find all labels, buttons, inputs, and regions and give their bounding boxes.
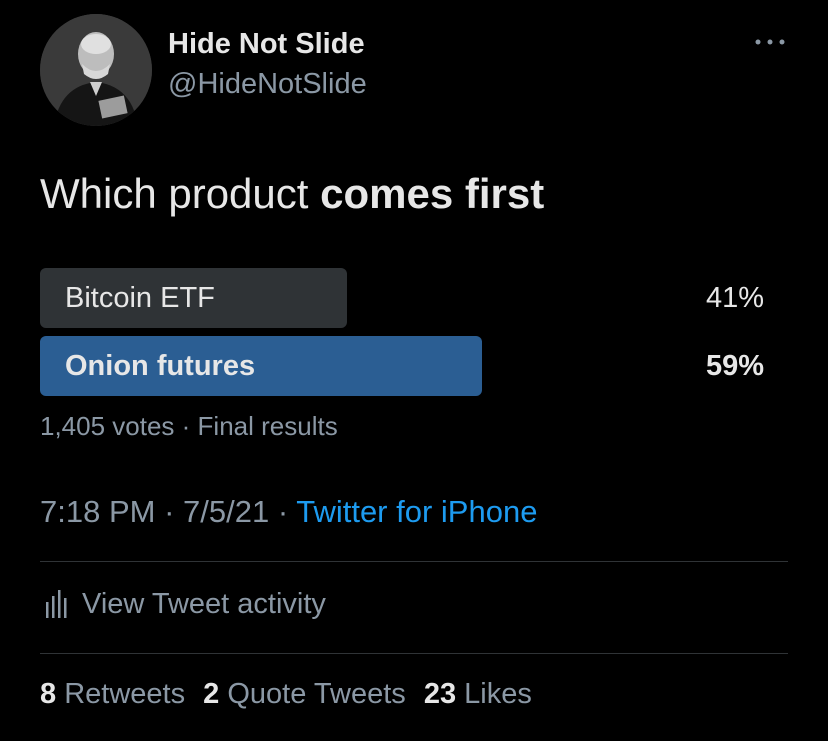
retweets-stat[interactable]: 8 Retweets [40, 678, 185, 710]
poll-meta: 1,405 votes · Final results [40, 411, 338, 442]
quote-tweets-label: Quote Tweets [227, 678, 406, 710]
view-tweet-activity-label: View Tweet activity [82, 587, 326, 620]
meta-separator: · [269, 494, 297, 529]
view-tweet-activity-button[interactable]: View Tweet activity [40, 584, 326, 624]
author-display-name[interactable]: Hide Not Slide [168, 28, 365, 61]
meta-separator: · [155, 494, 184, 529]
likes-label: Likes [464, 678, 532, 710]
tweet-text-regular: Which product [40, 170, 321, 217]
likes-count: 23 [423, 678, 457, 710]
engagement-stats: 8 Retweets 2 Quote Tweets 23 Likes [40, 678, 542, 711]
author-handle[interactable]: @HideNotSlide [168, 68, 367, 101]
poll-status: Final results [197, 411, 338, 441]
tweet-card: Hide Not Slide @HideNotSlide Which produ… [0, 0, 828, 741]
poll-option-percent: 41% [705, 282, 764, 314]
tweet-source-link[interactable]: Twitter for iPhone [296, 494, 537, 529]
tweet-text: Which product comes first [40, 170, 544, 218]
more-options-icon[interactable] [750, 30, 790, 54]
tweet-timestamp: 7:18 PM · 7/5/21 · Twitter for iPhone [40, 494, 537, 530]
quote-tweets-stat[interactable]: 2 Quote Tweets [203, 678, 406, 710]
quote-tweets-count: 2 [203, 678, 220, 710]
poll-option-percent: 59% [705, 350, 764, 382]
poll-option-label: Onion futures [65, 350, 256, 382]
retweets-count: 8 [40, 678, 57, 710]
avatar[interactable] [40, 14, 152, 126]
divider [40, 653, 788, 654]
poll-votes: 1,405 votes [40, 411, 175, 441]
retweets-label: Retweets [64, 678, 186, 710]
bar-chart-icon [46, 590, 67, 618]
tweet-time[interactable]: 7:18 PM [40, 494, 155, 529]
tweet-date[interactable]: 7/5/21 [183, 494, 269, 529]
likes-stat[interactable]: 23 Likes [424, 678, 532, 710]
divider [40, 561, 788, 562]
tweet-text-bold: comes first [320, 170, 545, 217]
poll-option-label: Bitcoin ETF [65, 282, 215, 314]
poll-separator: · [174, 411, 198, 441]
avatar-portrait [40, 14, 152, 126]
